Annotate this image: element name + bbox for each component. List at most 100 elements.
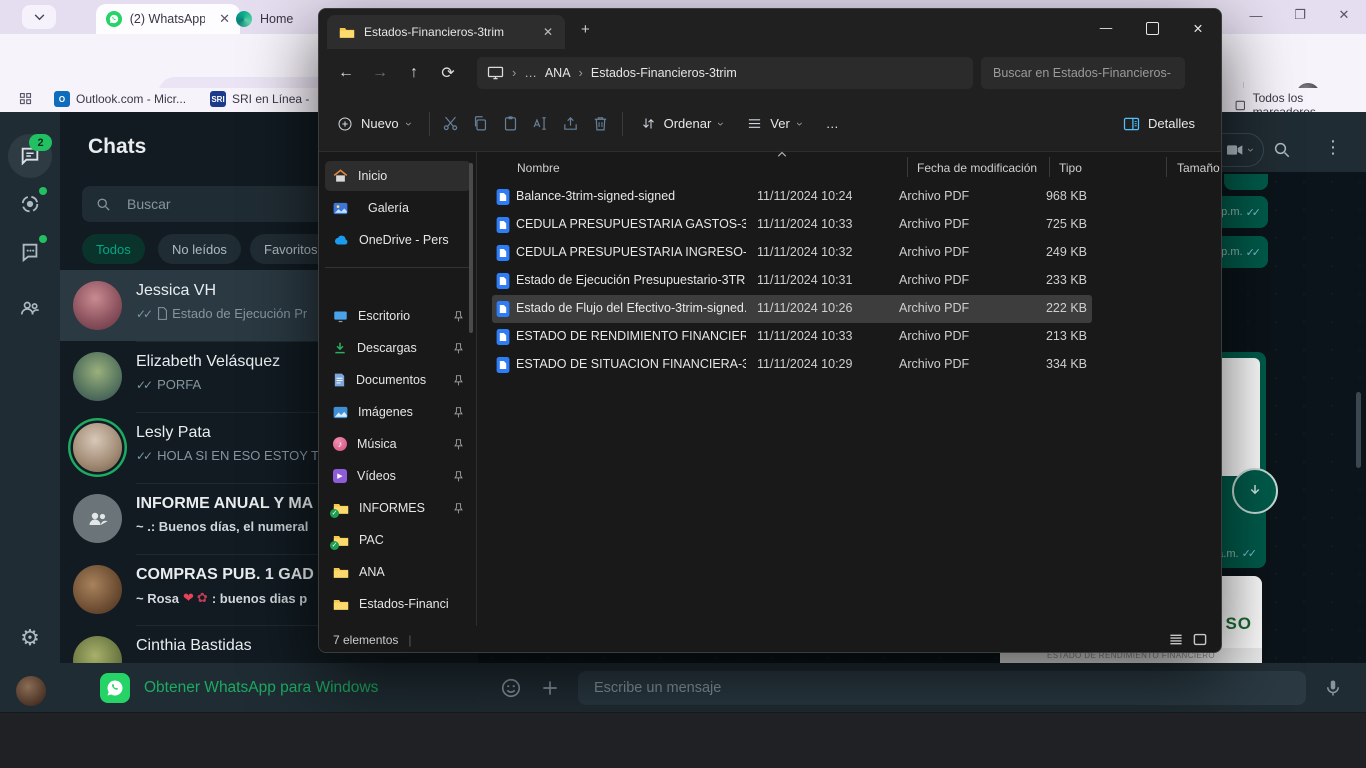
avatar-with-status-ring xyxy=(73,423,122,472)
sidebar-item-descargas[interactable]: Descargas xyxy=(325,333,471,363)
explorer-search-input[interactable] xyxy=(991,65,1175,81)
file-row[interactable]: Estado de Ejecución Presupuestario-3TRI.… xyxy=(492,267,1092,295)
nav-up-icon[interactable]: ↑ xyxy=(397,58,431,88)
nav-refresh-icon[interactable]: ⟳ xyxy=(431,58,465,88)
sidebar-item-escritorio[interactable]: Escritorio xyxy=(325,301,471,331)
column-header-nombre[interactable]: Nombre xyxy=(517,161,560,175)
breadcrumb-ana[interactable]: ANA xyxy=(545,66,571,80)
settings-gear-icon[interactable]: ⚙ xyxy=(14,622,46,654)
apps-grid-icon[interactable] xyxy=(18,91,33,106)
this-pc-icon xyxy=(487,66,504,80)
new-button[interactable]: Nuevo› xyxy=(325,106,423,142)
get-whatsapp-banner[interactable]: Obtener WhatsApp para Windows xyxy=(60,663,478,712)
sidebar-item-inicio[interactable]: Inicio xyxy=(325,161,471,191)
view-button[interactable]: Ver› xyxy=(735,106,814,142)
file-row[interactable]: Balance-3trim-signed-signed11/11/2024 10… xyxy=(492,183,1092,211)
file-row[interactable]: ESTADO DE RENDIMIENTO FINANCIERO-...11/1… xyxy=(492,323,1092,351)
share-icon[interactable] xyxy=(556,108,586,140)
breadcrumb[interactable]: › … ANA › Estados-Financieros-3trim xyxy=(477,57,973,89)
attach-plus-icon[interactable] xyxy=(540,678,560,698)
column-header-tipo[interactable]: Tipo xyxy=(1059,161,1082,175)
column-header-tamano[interactable]: Tamaño xyxy=(1177,161,1220,175)
tab-label: Home xyxy=(260,12,293,26)
nav-back-icon[interactable]: ← xyxy=(329,58,363,88)
cut-icon[interactable] xyxy=(436,108,466,140)
details-button[interactable]: Detalles xyxy=(1111,106,1207,142)
tab-whatsapp[interactable]: (2) WhatsApp ✕ xyxy=(96,4,240,34)
paste-icon[interactable] xyxy=(496,108,526,140)
message-input-wrap[interactable] xyxy=(578,671,1306,705)
filter-todos[interactable]: Todos xyxy=(82,234,145,264)
sidebar-item-videos[interactable]: ▶ Vídeos xyxy=(325,461,471,491)
tab-close-icon[interactable]: ✕ xyxy=(543,25,553,39)
search-icon xyxy=(96,197,111,212)
sidebar-item-galeria[interactable]: Galería xyxy=(325,193,471,223)
pin-icon xyxy=(454,503,463,514)
music-icon: ♪ xyxy=(333,437,347,451)
file-row-selected[interactable]: Estado de Flujo del Efectivo-3trim-signe… xyxy=(492,295,1092,323)
explorer-maximize-button[interactable] xyxy=(1129,9,1175,47)
explorer-titlebar[interactable]: Estados-Financieros-3trim ✕ + — ✕ xyxy=(319,9,1221,49)
browser-close-button[interactable]: ✕ xyxy=(1322,0,1366,30)
communities-icon[interactable] xyxy=(14,292,46,324)
breadcrumb-ellipsis[interactable]: … xyxy=(524,66,537,80)
browser-restore-button[interactable]: ❐ xyxy=(1278,0,1322,30)
column-header-fecha[interactable]: Fecha de modificación xyxy=(917,161,1037,175)
conversation-search-icon[interactable] xyxy=(1273,141,1291,159)
explorer-close-button[interactable]: ✕ xyxy=(1175,9,1221,47)
large-icons-view-icon[interactable] xyxy=(1193,633,1207,646)
emoji-icon[interactable] xyxy=(500,677,522,699)
explorer-sidebar: Inicio Galería › OneDrive - Pers Escrito… xyxy=(319,151,476,626)
pdf-file-icon xyxy=(496,245,510,261)
conversation-menu-icon[interactable]: ⋮ xyxy=(1324,137,1342,158)
file-row[interactable]: ESTADO DE SITUACION FINANCIERA-3tri...11… xyxy=(492,351,1092,379)
pin-icon xyxy=(454,375,463,386)
rename-icon[interactable] xyxy=(526,108,556,140)
sidebar-item-onedrive[interactable]: › OneDrive - Pers xyxy=(325,225,471,255)
mic-icon[interactable] xyxy=(1324,678,1342,698)
more-options-icon[interactable]: … xyxy=(814,106,851,142)
column-divider[interactable] xyxy=(907,157,908,177)
column-divider[interactable] xyxy=(1166,157,1167,177)
delete-icon[interactable] xyxy=(586,108,616,140)
explorer-minimize-button[interactable]: — xyxy=(1083,9,1129,47)
sidebar-item-ana[interactable]: ANA xyxy=(325,557,471,587)
explorer-command-bar: Nuevo› Ordenar› Ver› xyxy=(319,96,1221,152)
browser-minimize-button[interactable]: — xyxy=(1234,0,1278,30)
new-tab-icon[interactable]: + xyxy=(581,21,590,38)
bookmark-outlook[interactable]: O Outlook.com - Micr... xyxy=(54,91,186,107)
sidebar-scrollbar[interactable] xyxy=(469,163,473,333)
chats-icon[interactable]: 2 xyxy=(14,140,46,172)
nav-forward-icon[interactable]: → xyxy=(363,58,397,88)
bookmark-sri[interactable]: SRI SRI en Línea - xyxy=(210,91,309,107)
download-button[interactable] xyxy=(1232,468,1278,514)
sidebar-item-estados-financieros[interactable]: Estados-Financi xyxy=(325,589,471,619)
copy-icon[interactable] xyxy=(466,108,496,140)
view-button-label: Ver xyxy=(770,116,790,131)
conversation-scrollbar[interactable] xyxy=(1356,392,1361,468)
sidebar-item-informes[interactable]: ✓ INFORMES xyxy=(325,493,471,523)
explorer-search-box[interactable] xyxy=(981,57,1185,89)
sidebar-item-imagenes[interactable]: Imágenes xyxy=(325,397,471,427)
home-tab-favicon xyxy=(236,11,252,27)
sri-icon: SRI xyxy=(210,91,226,107)
pin-icon xyxy=(454,407,463,418)
sort-ascending-icon[interactable] xyxy=(777,151,787,157)
explorer-tab[interactable]: Estados-Financieros-3trim ✕ xyxy=(327,15,565,49)
details-view-icon[interactable] xyxy=(1169,633,1183,646)
message-input[interactable] xyxy=(592,679,1256,697)
sidebar-item-musica[interactable]: ♪ Música xyxy=(325,429,471,459)
breadcrumb-current[interactable]: Estados-Financieros-3trim xyxy=(591,66,737,80)
file-row[interactable]: CEDULA PRESUPUESTARIA INGRESO-3TRI...11/… xyxy=(492,239,1092,267)
sidebar-item-documentos[interactable]: Documentos xyxy=(325,365,471,395)
filter-no-leidos[interactable]: No leídos xyxy=(158,234,241,264)
tab-search-button[interactable] xyxy=(22,5,56,29)
profile-avatar[interactable] xyxy=(16,676,46,706)
sidebar-item-pac[interactable]: ✓ PAC xyxy=(325,525,471,555)
sort-button[interactable]: Ordenar› xyxy=(629,106,736,142)
column-divider[interactable] xyxy=(1049,157,1050,177)
chevron-down-icon: › xyxy=(793,122,807,126)
status-icon[interactable] xyxy=(14,188,46,220)
file-row[interactable]: CEDULA PRESUPUESTARIA GASTOS-3TRI...11/1… xyxy=(492,211,1092,239)
channels-icon[interactable] xyxy=(14,236,46,268)
